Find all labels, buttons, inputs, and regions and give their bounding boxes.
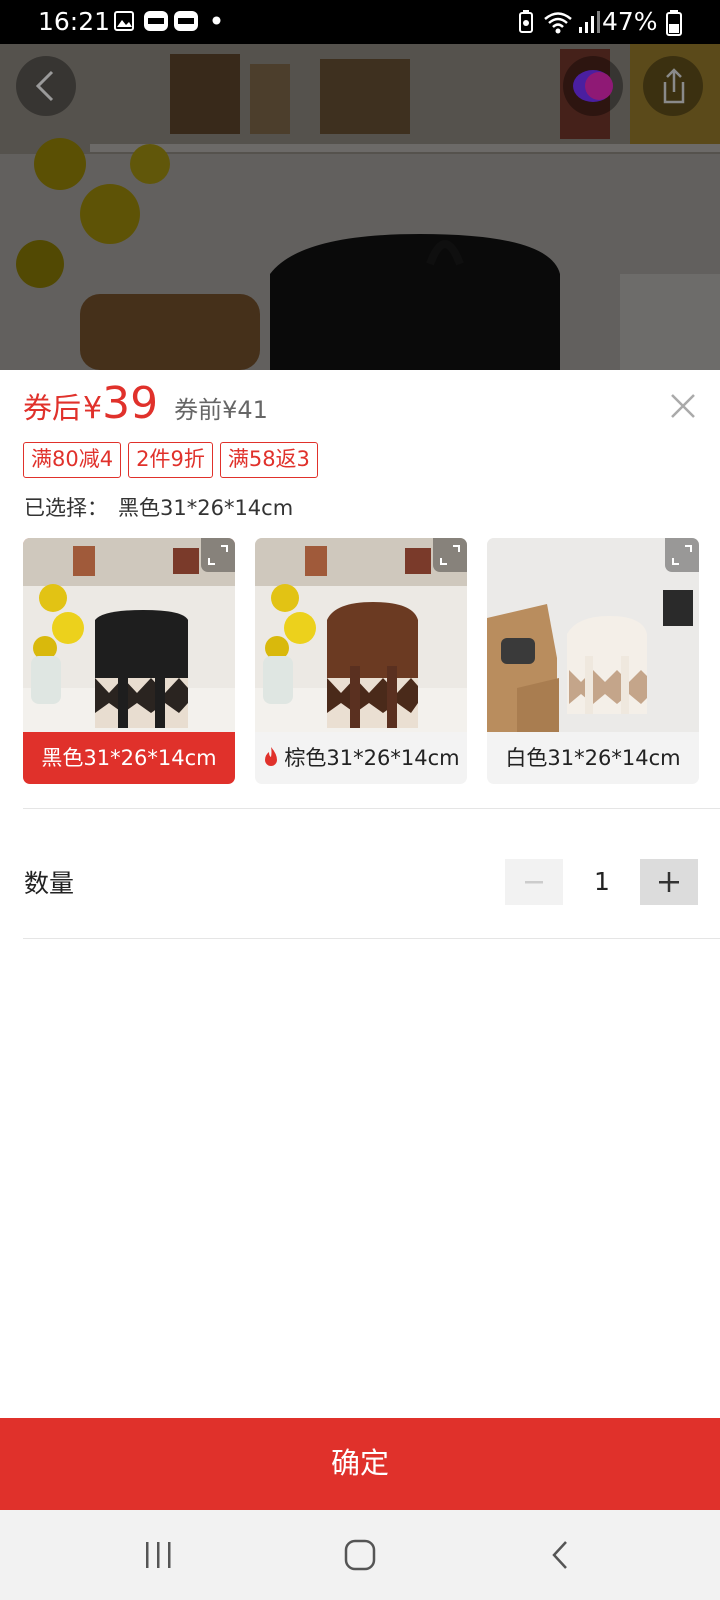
close-icon [671, 394, 695, 418]
zalo-icon [174, 11, 198, 31]
promo-tag: 满58返3 [219, 442, 318, 478]
sku-option-black[interactable]: 黑色31*26*14cm [23, 538, 235, 784]
selected-label: 已选择： [24, 496, 108, 520]
sku-option-white[interactable]: 白色31*26*14cm [487, 538, 699, 784]
selected-sku: 已选择： 黑色31*26*14cm [24, 492, 293, 522]
expand-icon [672, 545, 692, 565]
expand-icon [440, 545, 460, 565]
quantity-label: 数量 [24, 869, 75, 898]
home-icon [344, 1539, 376, 1571]
gallery-icon [114, 11, 134, 31]
sku-selector-sheet: 券后 ¥ 39 券前¥41 满80减4 2件9折 满58返3 已选择： 黑色31*… [0, 370, 720, 1417]
sku-option-label: 棕色31*26*14cm [255, 732, 467, 784]
battery-percent: 47% [602, 7, 658, 36]
expand-button[interactable] [433, 538, 467, 572]
zalo-icon [144, 11, 168, 31]
recent-apps-button[interactable] [128, 1532, 188, 1578]
divider [23, 938, 720, 939]
quantity-decrement-button[interactable] [505, 859, 563, 905]
product-image [0, 44, 720, 370]
heart-icon [573, 70, 613, 102]
divider [23, 808, 720, 809]
sku-thumbnail [23, 538, 235, 732]
price-row: 券后 ¥ 39 券前¥41 [23, 382, 268, 438]
home-button[interactable] [330, 1532, 390, 1578]
signal-icon [579, 11, 600, 33]
recent-apps-icon [146, 1542, 171, 1568]
chevron-left-icon [35, 70, 54, 102]
sku-option-text: 棕色31*26*14cm [284, 746, 460, 770]
battery-icon [666, 10, 682, 36]
selected-value: 黑色31*26*14cm [118, 496, 294, 520]
sku-option-label: 白色31*26*14cm [487, 732, 699, 784]
screen: 16:21 47% 券后 ¥ 39 券前¥41 满80减4 2件9折 满58返3… [0, 0, 720, 1600]
minus-icon [525, 881, 543, 884]
favorite-button[interactable] [563, 56, 623, 116]
fire-icon [265, 747, 278, 766]
battery-saver-icon [519, 10, 533, 33]
expand-button[interactable] [665, 538, 699, 572]
sku-option-text: 白色31*26*14cm [505, 746, 681, 770]
wifi-icon [544, 12, 572, 34]
system-nav-bar [0, 1510, 720, 1600]
price-currency: ¥ [83, 391, 103, 426]
promo-tag: 满80减4 [23, 442, 122, 478]
close-button[interactable] [665, 388, 701, 424]
expand-icon [208, 545, 228, 565]
price-label: 券后 [23, 391, 82, 425]
original-price: 券前¥41 [174, 396, 268, 424]
promo-tags: 满80减4 2件9折 满58返3 [23, 442, 318, 478]
sku-option-brown[interactable]: 棕色31*26*14cm [255, 538, 467, 784]
status-bar: 16:21 47% [0, 0, 720, 44]
share-button[interactable] [643, 56, 703, 116]
expand-button[interactable] [201, 538, 235, 572]
price-value: 39 [102, 378, 159, 429]
plus-icon [659, 872, 679, 892]
back-button[interactable] [16, 56, 76, 116]
sku-thumbnail [487, 538, 699, 732]
back-icon [552, 1541, 567, 1569]
share-icon [663, 68, 685, 104]
sku-thumbnail [255, 538, 467, 732]
system-back-button[interactable] [532, 1532, 592, 1578]
promo-tag: 2件9折 [128, 442, 213, 478]
quantity-increment-button[interactable] [640, 859, 698, 905]
confirm-button[interactable]: 确定 [0, 1418, 720, 1510]
sku-option-label: 黑色31*26*14cm [23, 732, 235, 784]
sku-options: 黑色31*26*14cm 棕色31*26*14cm 白色31*26*14cm [23, 538, 699, 784]
dot-icon [212, 16, 221, 25]
quantity-value: 1 [594, 867, 610, 896]
status-time: 16:21 [38, 7, 111, 36]
sku-option-text: 黑色31*26*14cm [41, 746, 217, 770]
